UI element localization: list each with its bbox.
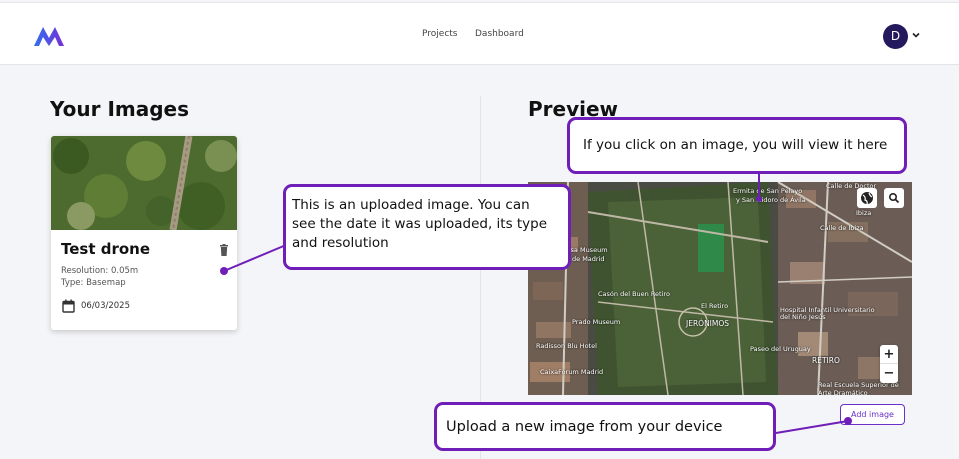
search-icon [888,192,900,204]
callout-upload: Upload a new image from your device [434,402,776,451]
zoom-control: + − [880,345,898,383]
logo-icon[interactable] [33,24,65,48]
nav-projects[interactable]: Projects [422,29,457,39]
zoom-out-button[interactable]: − [880,364,898,383]
image-card[interactable]: Test drone Resolution: 0.05m Type: Basem… [51,136,237,330]
calendar-icon [62,299,75,313]
card-date: 06/03/2025 [81,301,130,311]
map-preview[interactable]: Ermita de San Pelayo y San Isidoro de Áv… [528,182,912,395]
your-images-title: Your Images [50,97,190,121]
card-title: Test drone [61,240,151,258]
chevron-down-icon[interactable] [911,30,921,40]
callout-preview: If you click on an image, you will view … [567,117,907,174]
map-search-button[interactable] [884,188,904,208]
layers-button[interactable] [857,188,877,208]
card-type: Type: Basemap [61,278,126,288]
add-image-button[interactable]: Add image [840,404,905,425]
globe-icon [861,192,873,205]
trash-icon[interactable] [219,244,229,256]
image-thumbnail[interactable] [51,136,237,230]
nav-dashboard[interactable]: Dashboard [475,29,524,39]
avatar[interactable]: D [883,24,908,49]
zoom-in-button[interactable]: + [880,345,898,364]
callout-uploaded-image: This is an uploaded image. You can see t… [283,184,571,270]
top-navbar: Projects Dashboard D [0,2,959,65]
map-labels: Ermita de San Pelayo y San Isidoro de Áv… [536,182,899,395]
card-resolution: Resolution: 0.05m [61,266,139,276]
